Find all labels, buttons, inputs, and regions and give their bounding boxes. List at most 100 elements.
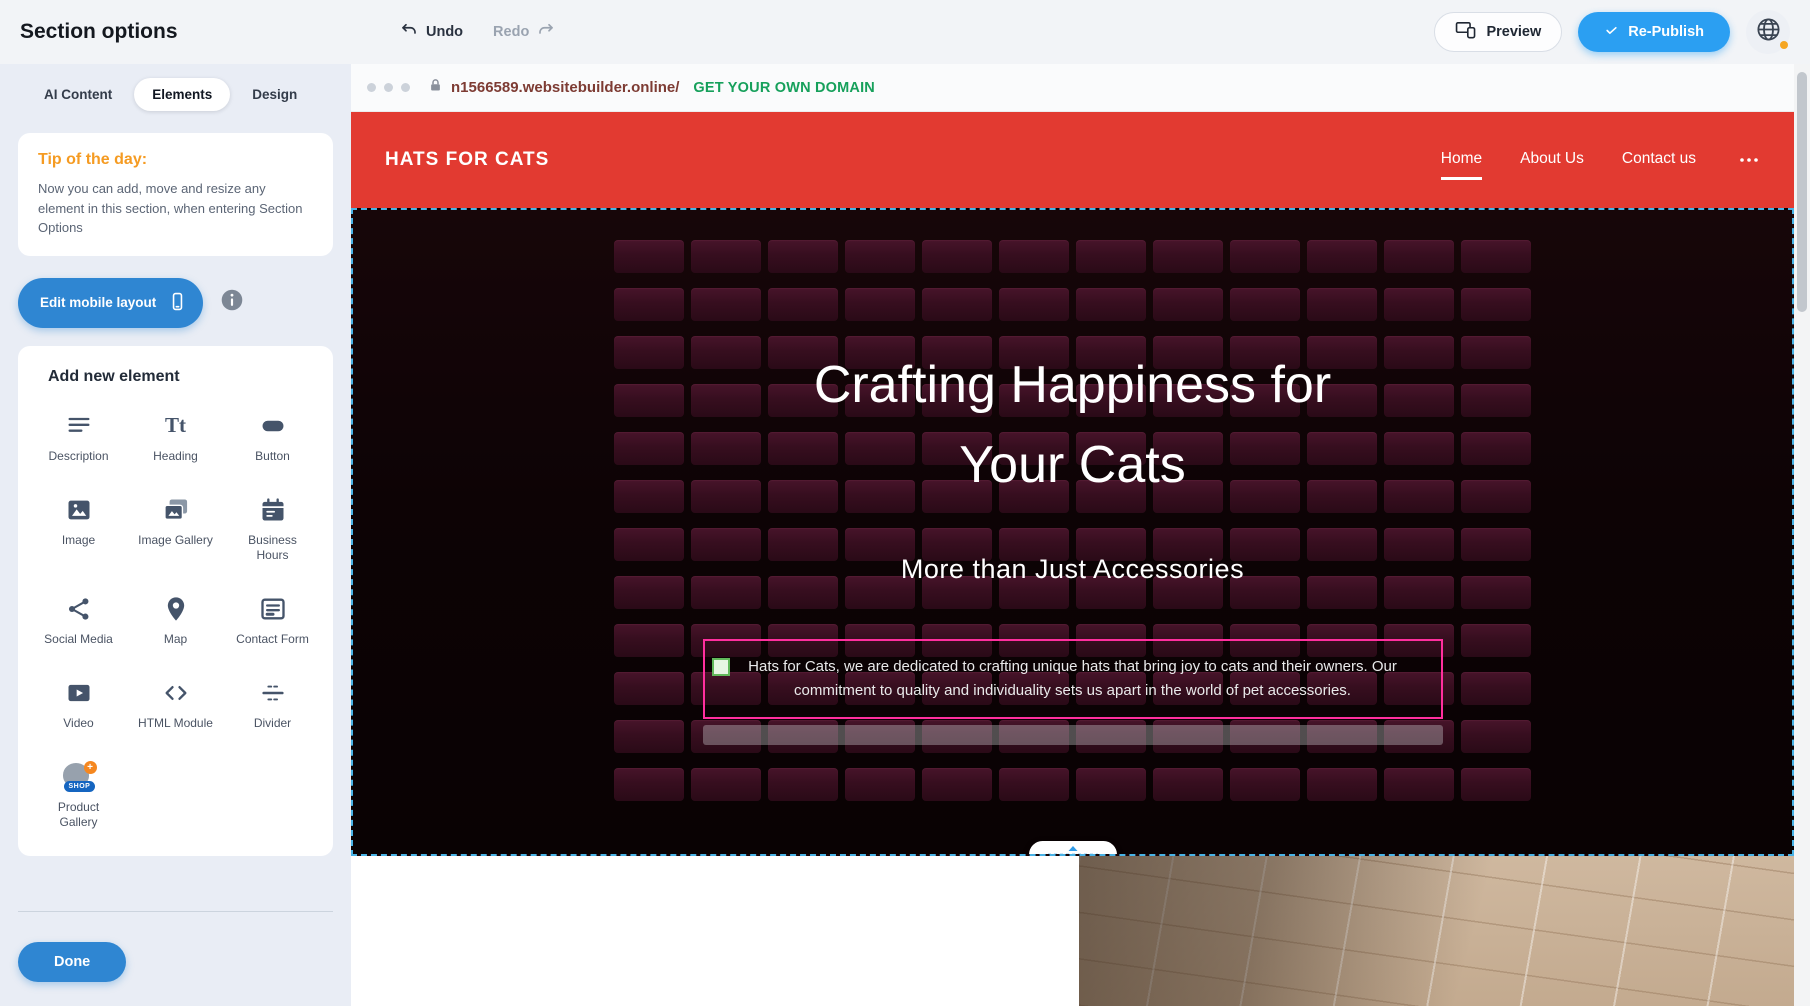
element-image-gallery[interactable]: Image Gallery bbox=[127, 494, 224, 563]
edit-mobile-layout-button[interactable]: Edit mobile layout bbox=[18, 278, 203, 328]
site-header: HATS FOR CATS Home About Us Contact us bbox=[351, 112, 1794, 208]
element-product-gallery[interactable]: SHOP + Product Gallery bbox=[30, 761, 127, 830]
add-element-title: Add new element bbox=[48, 368, 321, 386]
add-element-card: Add new element Description Tt Heading bbox=[18, 346, 333, 856]
phone-icon bbox=[168, 291, 187, 315]
site-logo[interactable]: HATS FOR CATS bbox=[385, 149, 549, 171]
lock-icon bbox=[428, 77, 443, 99]
social-media-icon bbox=[65, 593, 93, 625]
selected-text-element[interactable]: Hats for Cats, we are dedicated to craft… bbox=[703, 639, 1443, 719]
tip-body: Now you can add, move and resize any ele… bbox=[38, 179, 313, 238]
hero-section[interactable]: Crafting Happiness for Your Cats More th… bbox=[351, 208, 1794, 856]
element-label: Image Gallery bbox=[138, 533, 213, 548]
element-video[interactable]: Video bbox=[30, 677, 127, 731]
app-window: Section options Undo Redo Preview bbox=[0, 0, 1810, 1006]
nav-more-icon[interactable] bbox=[1738, 156, 1760, 164]
page-scrollbar[interactable] bbox=[1794, 64, 1810, 1006]
element-map[interactable]: Map bbox=[127, 593, 224, 647]
redo-button[interactable]: Redo bbox=[493, 21, 555, 43]
preview-label: Preview bbox=[1486, 24, 1541, 40]
element-label: Product Gallery bbox=[41, 800, 117, 830]
tip-title: Tip of the day: bbox=[38, 151, 313, 169]
canvas: n1566589.websitebuilder.online/ GET YOUR… bbox=[351, 64, 1794, 1006]
element-label: Video bbox=[63, 716, 93, 731]
element-description[interactable]: Description bbox=[30, 410, 127, 464]
sidebar: AI Content Elements Design Tip of the da… bbox=[0, 64, 351, 1006]
map-icon bbox=[162, 593, 190, 625]
mobile-layout-row: Edit mobile layout bbox=[18, 278, 333, 328]
hero-heading[interactable]: Crafting Happiness for Your Cats bbox=[814, 354, 1331, 496]
hero-content: Crafting Happiness for Your Cats More th… bbox=[353, 210, 1792, 854]
topbar: Section options Undo Redo Preview bbox=[0, 0, 1810, 64]
element-label: Divider bbox=[254, 716, 291, 731]
info-icon[interactable] bbox=[219, 287, 245, 318]
history-controls: Undo Redo bbox=[400, 21, 555, 43]
tab-elements[interactable]: Elements bbox=[134, 78, 230, 111]
element-label: Social Media bbox=[44, 632, 113, 647]
element-button[interactable]: Button bbox=[224, 410, 321, 464]
preview-button[interactable]: Preview bbox=[1434, 12, 1562, 52]
element-business-hours[interactable]: Business Hours bbox=[224, 494, 321, 563]
globe-icon bbox=[1755, 16, 1782, 48]
scrollbar-thumb[interactable] bbox=[1797, 72, 1807, 312]
element-label: Contact Form bbox=[236, 632, 309, 647]
image-gallery-icon bbox=[162, 494, 190, 526]
section-resize-handle[interactable] bbox=[1029, 841, 1117, 856]
element-grid: Description Tt Heading Button Ima bbox=[30, 410, 321, 830]
tab-ai-content[interactable]: AI Content bbox=[26, 78, 130, 111]
nav-home[interactable]: Home bbox=[1441, 150, 1482, 170]
contact-form-icon bbox=[259, 593, 287, 625]
element-social-media[interactable]: Social Media bbox=[30, 593, 127, 647]
element-html-module[interactable]: HTML Module bbox=[127, 677, 224, 731]
hero-paragraph[interactable]: Hats for Cats, we are dedicated to craft… bbox=[731, 655, 1415, 703]
element-label: Map bbox=[164, 632, 187, 647]
shop-badge: SHOP bbox=[64, 781, 96, 792]
element-label: Business Hours bbox=[235, 533, 311, 563]
button-icon bbox=[259, 410, 287, 442]
page-title: Section options bbox=[20, 20, 350, 44]
element-label: Description bbox=[48, 449, 108, 464]
business-hours-icon bbox=[259, 494, 287, 526]
element-divider[interactable]: Divider bbox=[224, 677, 321, 731]
undo-label: Undo bbox=[426, 24, 463, 40]
site-url: n1566589.websitebuilder.online/ bbox=[451, 79, 679, 96]
next-section bbox=[351, 856, 1794, 1006]
image-icon bbox=[65, 494, 93, 526]
undo-button[interactable]: Undo bbox=[400, 21, 463, 43]
hero-heading-line1: Crafting Happiness for bbox=[814, 354, 1331, 416]
hero-subheading[interactable]: More than Just Accessories bbox=[901, 554, 1244, 585]
nav-about-us[interactable]: About Us bbox=[1520, 150, 1584, 170]
element-label: Image bbox=[62, 533, 95, 548]
redo-label: Redo bbox=[493, 24, 529, 40]
element-ghost-bar bbox=[703, 725, 1443, 745]
tip-card: Tip of the day: Now you can add, move an… bbox=[18, 133, 333, 256]
check-icon bbox=[1604, 24, 1619, 41]
nav-contact-us[interactable]: Contact us bbox=[1622, 150, 1696, 170]
tab-design[interactable]: Design bbox=[234, 78, 315, 111]
sidebar-divider bbox=[18, 911, 333, 912]
html-module-icon bbox=[162, 677, 190, 709]
element-label: Heading bbox=[153, 449, 198, 464]
republish-label: Re-Publish bbox=[1628, 24, 1704, 40]
notification-dot bbox=[1780, 41, 1788, 49]
element-heading[interactable]: Tt Heading bbox=[127, 410, 224, 464]
window-dot bbox=[401, 83, 410, 92]
language-globe-button[interactable] bbox=[1746, 10, 1790, 54]
video-icon bbox=[65, 677, 93, 709]
divider-icon bbox=[259, 677, 287, 709]
window-dot bbox=[384, 83, 393, 92]
element-label: Button bbox=[255, 449, 290, 464]
browser-bar: n1566589.websitebuilder.online/ GET YOUR… bbox=[351, 64, 1794, 112]
preview-devices-icon bbox=[1455, 21, 1477, 43]
element-image[interactable]: Image bbox=[30, 494, 127, 563]
element-contact-form[interactable]: Contact Form bbox=[224, 593, 321, 647]
redo-icon bbox=[537, 21, 555, 43]
republish-button[interactable]: Re-Publish bbox=[1578, 12, 1730, 52]
element-drag-handle[interactable] bbox=[712, 658, 730, 676]
edit-mobile-label: Edit mobile layout bbox=[40, 295, 156, 310]
done-button[interactable]: Done bbox=[18, 942, 126, 982]
element-label: HTML Module bbox=[138, 716, 213, 731]
get-domain-link[interactable]: GET YOUR OWN DOMAIN bbox=[693, 80, 875, 96]
description-icon bbox=[65, 410, 93, 442]
product-gallery-icon: SHOP + bbox=[60, 761, 98, 793]
